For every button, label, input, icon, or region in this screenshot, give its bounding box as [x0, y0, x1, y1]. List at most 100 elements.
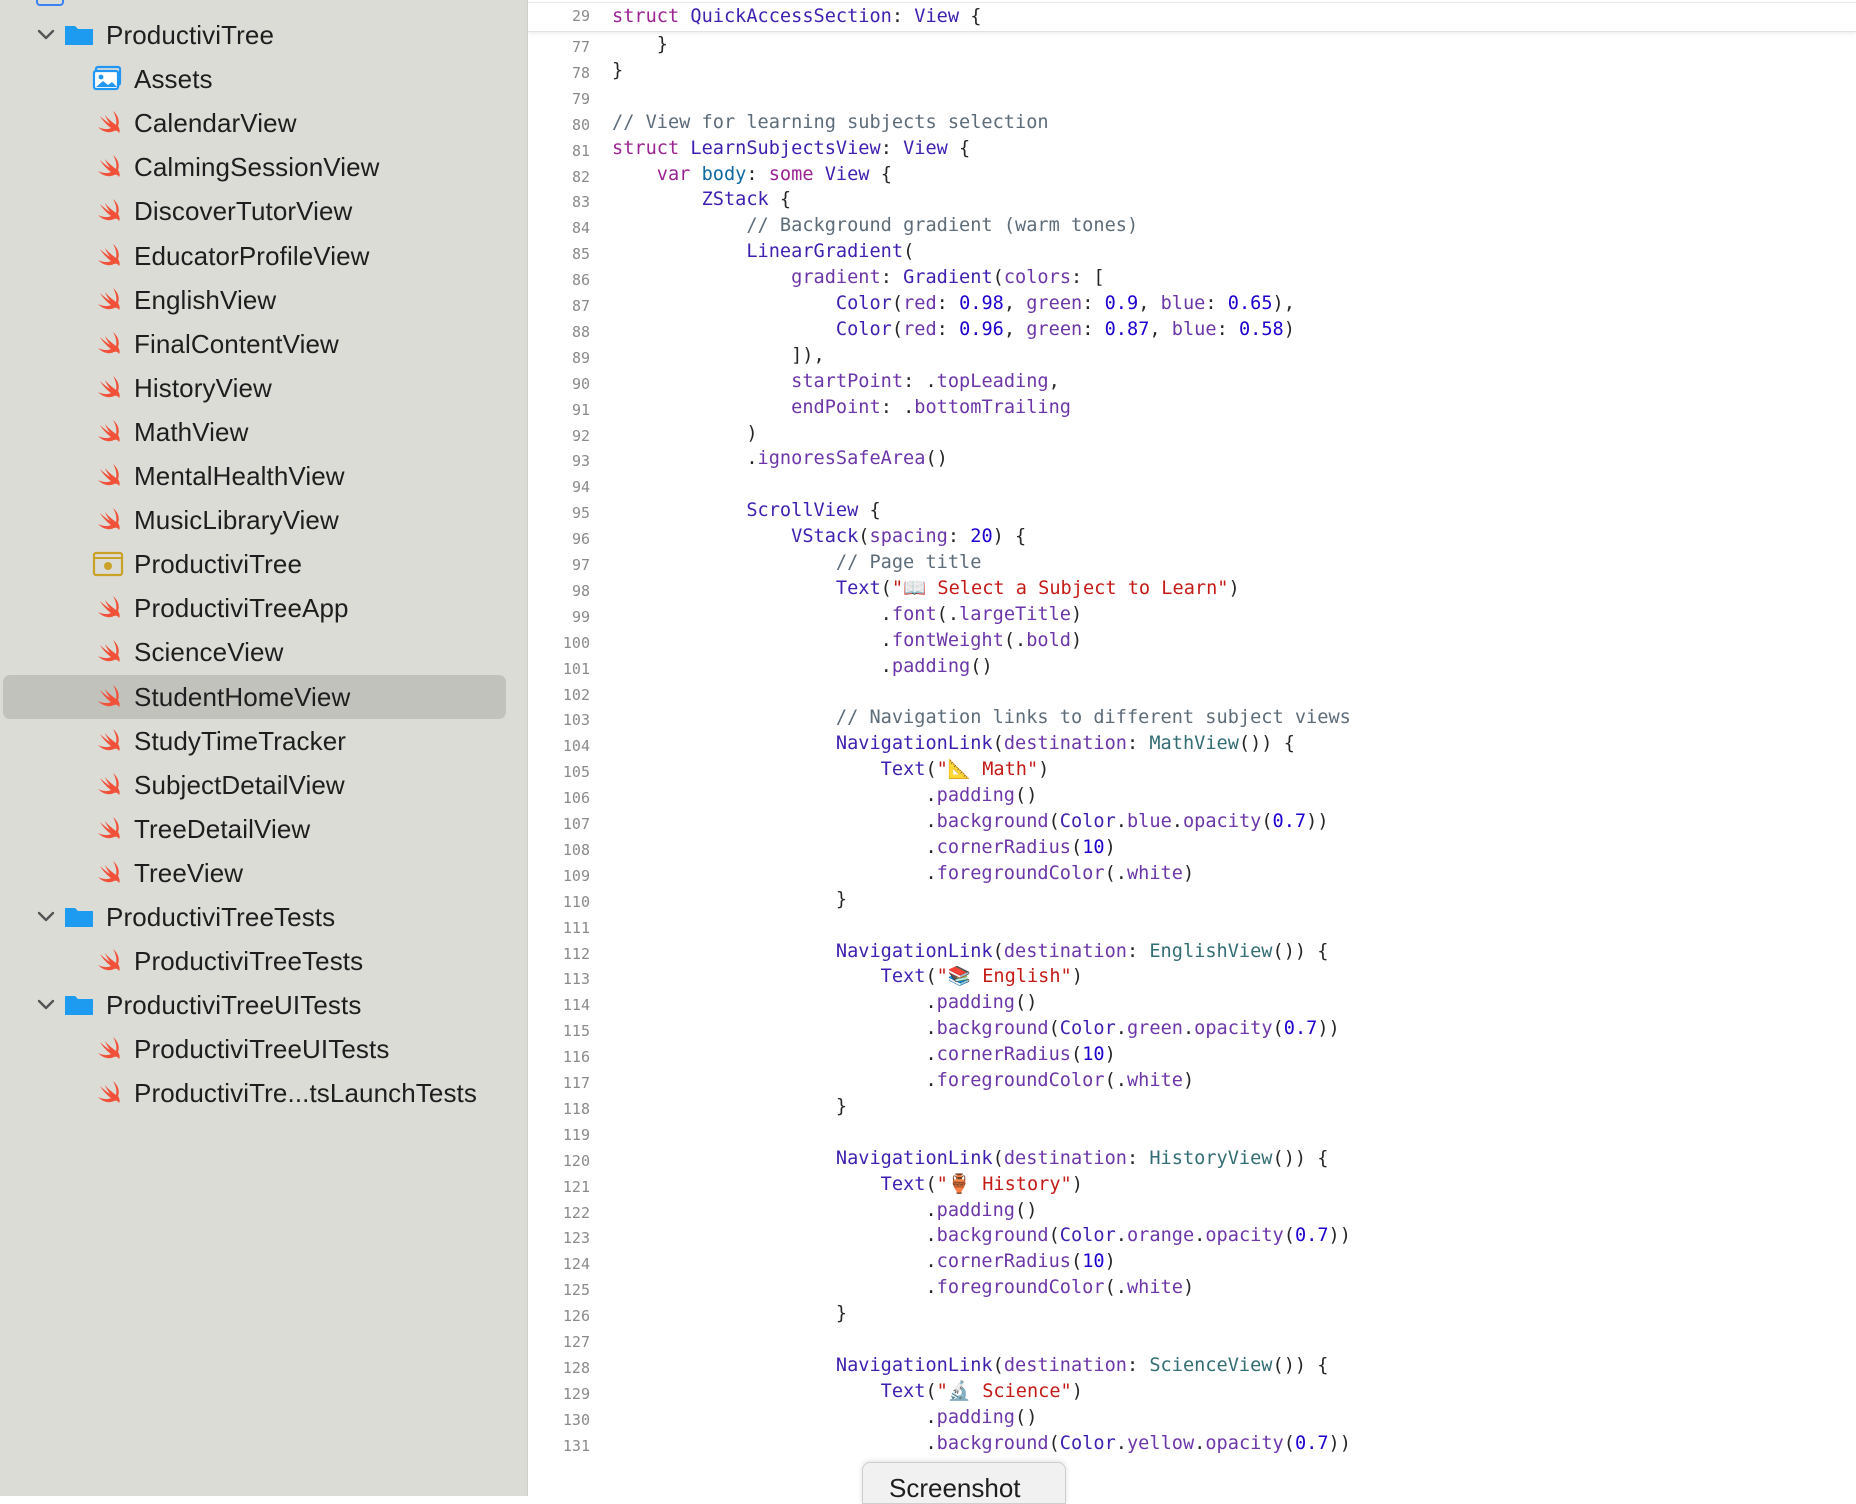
code-token: Color: [1059, 1225, 1116, 1246]
code-token: 20: [970, 526, 993, 547]
code-line[interactable]: 104 NavigationLink(destination: MathView…: [528, 732, 1856, 756]
code-token: 0.65: [1227, 293, 1273, 314]
code-line[interactable]: 103 // Navigation links to different sub…: [528, 706, 1856, 730]
code-line[interactable]: 99 .font(.largeTitle): [528, 603, 1856, 627]
code-token: }: [612, 34, 668, 55]
navigator-file[interactable]: StudentHomeView: [0, 675, 527, 719]
disclosure-chevron-icon[interactable]: [34, 905, 58, 929]
code-line[interactable]: 81 struct LearnSubjectsView: View {: [528, 137, 1856, 161]
code-line[interactable]: 100 .fontWeight(.bold): [528, 629, 1856, 653]
code-line[interactable]: 114 .padding(): [528, 991, 1856, 1015]
navigator-file[interactable]: StudyTimeTracker: [0, 719, 527, 763]
code-line[interactable]: 98 Text("📖 Select a Subject to Learn"): [528, 577, 1856, 601]
navigator-file[interactable]: ProductiviTreeTests: [0, 939, 527, 983]
navigator-group[interactable]: ProductiviTreeTests: [0, 895, 527, 939]
code-editor[interactable]: 29 struct QuickAccessSection: View { 77 …: [528, 0, 1856, 1496]
disclosure-chevron-icon[interactable]: [34, 23, 58, 47]
code-line[interactable]: 129 Text("🔬 Science"): [528, 1380, 1856, 1404]
navigator-file[interactable]: TreeDetailView: [0, 807, 527, 851]
code-line[interactable]: 126 }: [528, 1302, 1856, 1326]
navigator-file[interactable]: MentalHealthView: [0, 454, 527, 498]
code-line[interactable]: 107 .background(Color.blue.opacity(0.7)): [528, 810, 1856, 834]
code-line[interactable]: 83 ZStack {: [528, 188, 1856, 212]
navigator-group[interactable]: ProductiviTreeUITests: [0, 983, 527, 1027]
navigator-group[interactable]: ProductiviTree: [0, 13, 527, 57]
navigator-file[interactable]: MusicLibraryView: [0, 498, 527, 542]
code-line[interactable]: 127: [528, 1328, 1856, 1352]
code-line[interactable]: 96 VStack(spacing: 20) {: [528, 525, 1856, 549]
code-line[interactable]: 102: [528, 681, 1856, 705]
code-line[interactable]: 79: [528, 85, 1856, 109]
code-line[interactable]: 119: [528, 1121, 1856, 1145]
code-line[interactable]: 108 .cornerRadius(10): [528, 836, 1856, 860]
navigator-file[interactable]: ScienceView: [0, 630, 527, 674]
code-line[interactable]: 130 .padding(): [528, 1406, 1856, 1430]
navigator-file[interactable]: ProductiviTreeApp: [0, 586, 527, 630]
navigator-file[interactable]: EnglishView: [0, 278, 527, 322]
code-line[interactable]: 125 .foregroundColor(.white): [528, 1276, 1856, 1300]
navigator-file[interactable]: ProductiviTree: [0, 542, 527, 586]
code-line[interactable]: 90 startPoint: .topLeading,: [528, 370, 1856, 394]
code-line[interactable]: 91 endPoint: .bottomTrailing: [528, 396, 1856, 420]
navigator-file[interactable]: EducatorProfileView: [0, 234, 527, 278]
code-line[interactable]: 80 // View for learning subjects selectio…: [528, 111, 1856, 135]
code-line[interactable]: 94: [528, 473, 1856, 497]
code-token: .: [1182, 1018, 1195, 1039]
code-line[interactable]: 120 NavigationLink(destination: HistoryV…: [528, 1147, 1856, 1171]
code-line[interactable]: 121 Text("🏺 History"): [528, 1173, 1856, 1197]
code-line[interactable]: 88 Color(red: 0.96, green: 0.87, blue: 0…: [528, 318, 1856, 342]
navigator-file[interactable]: CalmingSessionView: [0, 145, 527, 189]
navigator-file[interactable]: DiscoverTutorView: [0, 189, 527, 233]
navigator-file[interactable]: ProductiviTre...tsLaunchTests: [0, 1071, 527, 1115]
navigator-file[interactable]: ProductiviTreeUITests: [0, 1027, 527, 1071]
navigator-file[interactable]: Assets: [0, 57, 527, 101]
code-text: endPoint: .bottomTrailing: [612, 396, 1071, 420]
line-number: 94: [571, 478, 590, 496]
code-line[interactable]: 105 Text("📐 Math"): [528, 758, 1856, 782]
navigator-file[interactable]: FinalContentView: [0, 322, 527, 366]
code-line[interactable]: 97 // Page title: [528, 551, 1856, 575]
code-text: ZStack {: [612, 188, 792, 212]
code-line[interactable]: 124 .cornerRadius(10): [528, 1250, 1856, 1274]
code-token: :: [1082, 293, 1105, 314]
code-line[interactable]: 93 .ignoresSafeArea(): [528, 447, 1856, 471]
code-line[interactable]: 95 ScrollView {: [528, 499, 1856, 523]
code-line[interactable]: 82 var body: some View {: [528, 163, 1856, 187]
code-line[interactable]: 111: [528, 914, 1856, 938]
code-line[interactable]: 84 // Background gradient (warm tones): [528, 214, 1856, 238]
line-number: 95: [571, 504, 590, 522]
code-line[interactable]: 122 .padding(): [528, 1199, 1856, 1223]
code-line[interactable]: 106 .padding(): [528, 784, 1856, 808]
code-line[interactable]: 131 .background(Color.yellow.opacity(0.7…: [528, 1432, 1856, 1456]
code-line[interactable]: 110 }: [528, 888, 1856, 912]
code-line[interactable]: 78}: [528, 59, 1856, 83]
navigator-file[interactable]: SubjectDetailView: [0, 763, 527, 807]
code-line[interactable]: 117 .foregroundColor(.white): [528, 1069, 1856, 1093]
code-line[interactable]: 92 ): [528, 422, 1856, 446]
navigator-file[interactable]: CalendarView: [0, 101, 527, 145]
code-line[interactable]: 85 LinearGradient(: [528, 240, 1856, 264]
disclosure-chevron-icon[interactable]: [34, 993, 58, 1017]
code-line[interactable]: 112 NavigationLink(destination: EnglishV…: [528, 940, 1856, 964]
code-line[interactable]: 118 }: [528, 1095, 1856, 1119]
sticky-scope-header[interactable]: 29 struct QuickAccessSection: View {: [528, 2, 1856, 32]
navigator-file[interactable]: HistoryView: [0, 366, 527, 410]
code-line[interactable]: 123 .background(Color.orange.opacity(0.7…: [528, 1224, 1856, 1248]
line-number: 123: [562, 1229, 590, 1247]
screenshot-tab[interactable]: Screenshot: [862, 1462, 1066, 1504]
code-line[interactable]: 101 .padding(): [528, 655, 1856, 679]
code-token: .: [612, 1251, 937, 1272]
code-line[interactable]: 113 Text("📚 English"): [528, 965, 1856, 989]
code-line[interactable]: 115 .background(Color.green.opacity(0.7)…: [528, 1017, 1856, 1041]
navigator-file[interactable]: MathView: [0, 410, 527, 454]
code-line[interactable]: 89 ]),: [528, 344, 1856, 368]
line-number: 90: [571, 375, 590, 393]
code-line[interactable]: 128 NavigationLink(destination: ScienceV…: [528, 1354, 1856, 1378]
code-line[interactable]: 77 }: [528, 33, 1856, 57]
navigator-file[interactable]: TreeView: [0, 851, 527, 895]
code-line[interactable]: 116 .cornerRadius(10): [528, 1043, 1856, 1067]
code-line[interactable]: 86 gradient: Gradient(colors: [: [528, 266, 1856, 290]
code-line[interactable]: 109 .foregroundColor(.white): [528, 862, 1856, 886]
code-line[interactable]: 87 Color(red: 0.98, green: 0.9, blue: 0.…: [528, 292, 1856, 316]
